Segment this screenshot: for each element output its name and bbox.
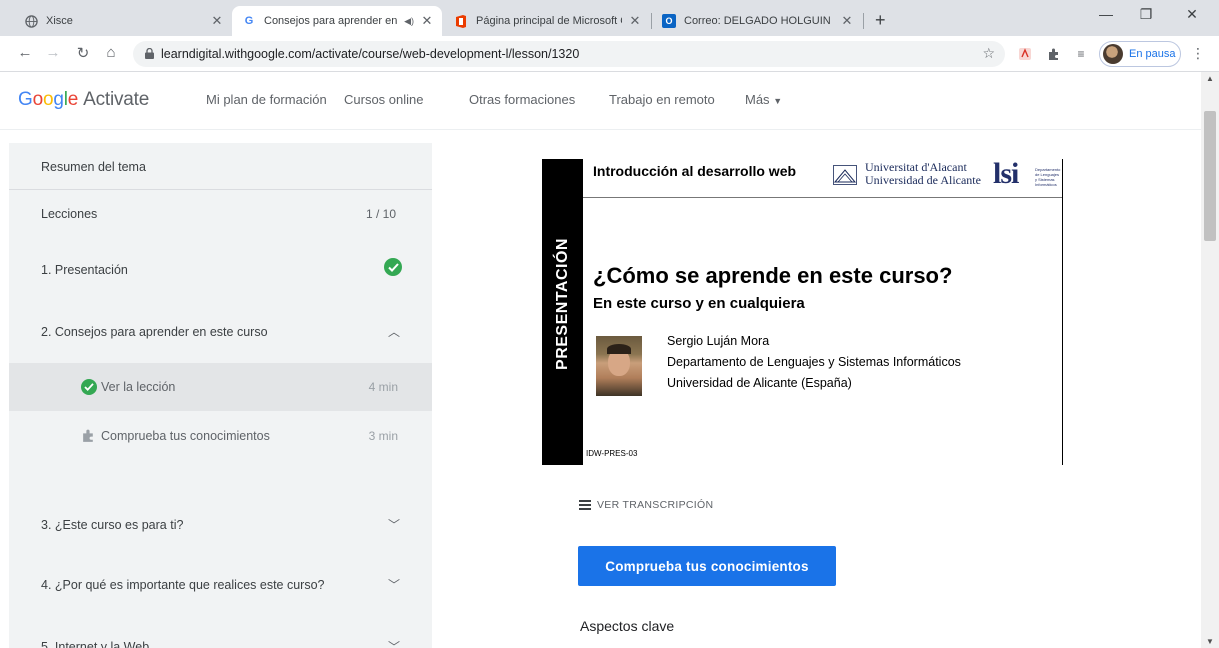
sidebar-item-importante[interactable]: 4. ¿Por qué es importante que realices e… <box>9 567 432 597</box>
close-tab-icon[interactable]: ✕ <box>420 13 434 29</box>
slide-subtitle: En este curso y en cualquiera <box>593 295 805 312</box>
key-aspects-heading: Aspectos clave <box>580 618 675 634</box>
back-arrow-icon[interactable]: ← <box>14 44 36 61</box>
chevron-up-icon: ︿ <box>387 325 400 339</box>
author-department: Departamento de Lenguajes y Sistemas Inf… <box>667 355 961 369</box>
lessons-count: 1 / 10 <box>365 207 396 221</box>
office-icon <box>454 14 468 28</box>
browser-toolbar: ← → ↻ ⌂ learndigital.withgoogle.com/acti… <box>0 36 1219 72</box>
check-circle-icon <box>81 379 97 395</box>
pdf-extension-icon[interactable] <box>1017 46 1033 62</box>
scrollbar-thumb[interactable] <box>1204 111 1216 241</box>
reload-icon[interactable]: ↻ <box>72 44 94 62</box>
chevron-down-icon: ﹀ <box>387 640 400 648</box>
university-name: Universitat d'Alacant Universidad de Ali… <box>865 160 981 187</box>
lsi-department: Departamento de Lenguajes y Sistemas Inf… <box>1035 167 1061 187</box>
subitem-comprueba[interactable]: Comprueba tus conocimientos 3 min <box>9 413 432 457</box>
author-name: Sergio Luján Mora <box>667 334 770 348</box>
slide-header-rule <box>583 197 1062 198</box>
minimize-icon[interactable]: — <box>1086 6 1126 22</box>
lesson-sidebar: Resumen del tema Lecciones 1 / 10 1. Pre… <box>9 143 432 648</box>
browser-tab-consejos[interactable]: G Consejos para aprender en e ◀) ✕ <box>232 6 442 36</box>
check-circle-icon <box>384 258 402 276</box>
university-logo-icon <box>833 165 857 185</box>
site-header: Google Activate Mi plan de formación Curs… <box>0 72 1201 130</box>
lsi-logo: lsi <box>993 159 1019 190</box>
slide-vertical-label: PRESENTACIÓN <box>554 238 571 370</box>
logo-activate-text: Activate <box>83 89 150 110</box>
chevron-down-icon: ﹀ <box>387 518 400 532</box>
nav-trabajo-remoto[interactable]: Trabajo en remoto <box>609 92 715 107</box>
avatar <box>1103 44 1123 64</box>
author-photo <box>596 336 642 396</box>
more-menu-icon[interactable]: ⋮ <box>1190 45 1206 62</box>
sidebar-item-este-curso[interactable]: 3. ¿Este curso es para ti? ﹀ <box>9 507 432 537</box>
scroll-up-icon[interactable]: ▲ <box>1201 74 1219 83</box>
transcript-icon <box>579 500 591 510</box>
browser-tab-outlook[interactable]: O Correo: DELGADO HOLGUIN KEV ✕ <box>652 6 862 36</box>
slide-code: IDW-PRES-03 <box>586 449 638 458</box>
browser-tabstrip: Xisce ✕ G Consejos para aprender en e ◀)… <box>0 0 1219 36</box>
author-university: Universidad de Alicante (España) <box>667 376 852 390</box>
tab-title: Página principal de Microsoft Off <box>476 15 622 27</box>
tab-title: Consejos para aprender en e <box>264 15 401 27</box>
browser-tab-xisce[interactable]: Xisce ✕ <box>14 6 232 36</box>
close-tab-icon[interactable]: ✕ <box>628 13 642 29</box>
scroll-down-icon[interactable]: ▼ <box>1201 637 1219 646</box>
profile-status: En pausa <box>1129 48 1176 60</box>
tab-title: Correo: DELGADO HOLGUIN KEV <box>684 15 834 27</box>
close-window-icon[interactable]: ✕ <box>1172 6 1212 23</box>
bookmark-star-icon[interactable]: ☆ <box>982 45 995 62</box>
divider <box>9 189 432 190</box>
caret-down-icon: ▼ <box>773 96 783 106</box>
nav-otras-formaciones[interactable]: Otras formaciones <box>469 92 575 107</box>
puzzle-icon <box>81 428 96 443</box>
tab-title: Xisce <box>46 15 73 27</box>
slide-title: ¿Cómo se aprende en este curso? <box>593 263 953 288</box>
url-text: learndigital.withgoogle.com/activate/cou… <box>161 47 580 61</box>
tab-separator <box>863 13 864 29</box>
browser-tab-office[interactable]: Página principal de Microsoft Off ✕ <box>444 6 650 36</box>
check-knowledge-button[interactable]: Comprueba tus conocimientos <box>578 546 836 586</box>
address-bar[interactable]: learndigital.withgoogle.com/activate/cou… <box>133 41 1005 67</box>
puzzle-extensions-icon[interactable] <box>1046 46 1062 62</box>
speaker-icon[interactable]: ◀) <box>404 16 414 27</box>
nav-mi-plan[interactable]: Mi plan de formación <box>206 92 327 107</box>
close-tab-icon[interactable]: ✕ <box>210 13 224 29</box>
close-tab-icon[interactable]: ✕ <box>840 13 854 29</box>
slide-header: Introducción al desarrollo web <box>593 163 797 179</box>
subitem-ver-leccion[interactable]: Ver la lección 4 min <box>9 363 432 411</box>
maximize-icon[interactable]: ❐ <box>1126 6 1166 23</box>
home-icon[interactable]: ⌂ <box>100 44 122 61</box>
globe-icon <box>24 14 38 28</box>
profile-button[interactable]: En pausa <box>1099 41 1181 67</box>
nav-mas[interactable]: Más ▼ <box>745 92 782 107</box>
sidebar-item-internet[interactable]: 5. Internet y la Web ﹀ <box>9 629 432 648</box>
sidebar-item-presentacion[interactable]: 1. Presentación <box>9 253 432 283</box>
new-tab-icon[interactable]: + <box>875 10 886 31</box>
page-scrollbar[interactable]: ▲ ▼ <box>1201 72 1219 648</box>
lesson-duration: 3 min <box>368 429 398 443</box>
google-g-icon: G <box>244 15 254 27</box>
sidebar-item-consejos[interactable]: 2. Consejos para aprender en este curso … <box>9 313 432 343</box>
lesson-duration: 4 min <box>368 380 398 394</box>
reading-list-icon[interactable]: ≡ <box>1073 46 1089 62</box>
nav-cursos-online[interactable]: Cursos online <box>344 92 424 107</box>
lesson-main: PRESENTACIÓN Introducción al desarrollo … <box>432 143 1201 648</box>
video-slide[interactable]: PRESENTACIÓN Introducción al desarrollo … <box>542 159 1063 465</box>
lock-icon <box>145 48 154 59</box>
forward-arrow-icon[interactable]: → <box>42 44 64 61</box>
chevron-down-icon: ﹀ <box>387 578 400 592</box>
view-transcript-link[interactable]: VER TRANSCRIPCIÓN <box>579 499 713 511</box>
outlook-icon: O <box>662 14 676 28</box>
google-activate-logo[interactable]: Google Activate <box>18 89 149 111</box>
